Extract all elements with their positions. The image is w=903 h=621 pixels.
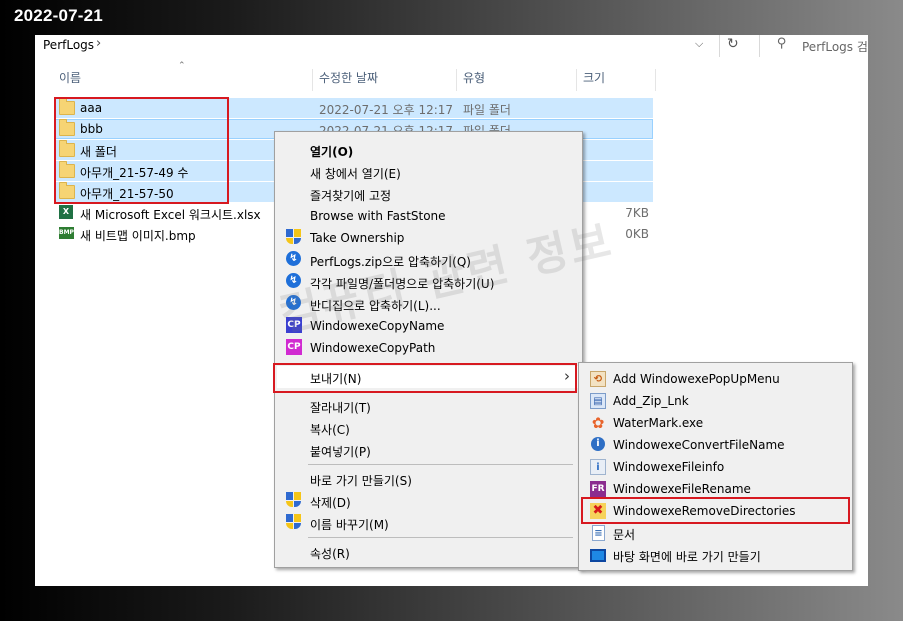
column-header-type[interactable]: 유형	[463, 69, 485, 91]
context-menu: 열기(O) 새 창에서 열기(E) 즐겨찾기에 고정 Browse with F…	[274, 131, 583, 568]
uac-shield-icon	[286, 492, 303, 509]
file-size: 0KB	[625, 227, 649, 241]
send-to-item[interactable]: i WindowexeFileinfo	[581, 456, 850, 478]
column-header-size[interactable]: 크기	[583, 69, 605, 91]
file-type: 파일 폴더	[463, 103, 511, 117]
desktop-icon	[590, 549, 606, 562]
bandizip-icon: ↯	[286, 295, 303, 312]
address-bar[interactable]: PerfLogs › ⌵ ↻ ⚲ PerfLogs 검색	[35, 35, 868, 57]
send-to-highlight	[273, 363, 577, 393]
search-icon: ⚲	[777, 36, 787, 51]
column-divider[interactable]	[655, 69, 656, 91]
menu-item-paste[interactable]: 붙여넣기(P)	[277, 439, 580, 461]
date-stamp: 2022-07-21	[14, 6, 103, 25]
file-size: 7KB	[625, 206, 649, 220]
search-divider	[759, 35, 760, 57]
bitmap-file-icon: BMP	[59, 227, 74, 239]
column-divider[interactable]	[576, 69, 577, 91]
cp-blue-icon: CP	[286, 317, 303, 334]
send-to-submenu: ⟲ Add WindowexePopUpMenu ▤ Add_Zip_Lnk ✿…	[578, 362, 853, 571]
menu-item-copy-path[interactable]: CP WindowexeCopyPath	[277, 337, 580, 359]
bandizip-icon: ↯	[286, 251, 303, 268]
menu-item-rename[interactable]: 이름 바꾸기(M)	[277, 512, 580, 534]
sort-ascending-icon: ⌃	[178, 61, 186, 71]
menu-separator	[308, 537, 573, 538]
file-date: 2022-07-21 오후 12:17	[319, 103, 454, 117]
watermark-flower-icon: ✿	[591, 414, 605, 432]
send-to-item[interactable]: ⟲ Add WindowexePopUpMenu	[581, 368, 850, 390]
send-to-item[interactable]: ▤ Add_Zip_Lnk	[581, 390, 850, 412]
column-header-modified[interactable]: 수정한 날짜	[319, 69, 378, 91]
breadcrumb-chevron-icon[interactable]: ›	[96, 36, 101, 51]
file-name: 새 Microsoft Excel 워크시트.xlsx	[80, 208, 261, 222]
excel-file-icon: X	[59, 205, 73, 219]
folder-selection-highlight	[54, 97, 229, 204]
refresh-icon[interactable]: ↻	[727, 36, 739, 52]
menu-item-properties[interactable]: 속성(R)	[277, 541, 580, 563]
fileinfo-icon: i	[590, 459, 606, 475]
file-name: 새 비트맵 이미지.bmp	[80, 229, 196, 243]
menu-item-open[interactable]: 열기(O)	[277, 139, 580, 161]
search-input[interactable]: PerfLogs 검색	[802, 38, 868, 55]
cp-magenta-icon: CP	[286, 339, 303, 356]
uac-shield-icon	[286, 229, 303, 246]
menu-item-delete[interactable]: 삭제(D)	[277, 490, 580, 512]
send-to-item[interactable]: ✿ WaterMark.exe	[581, 412, 850, 434]
menu-item-copy-name[interactable]: CP WindowexeCopyName	[277, 315, 580, 337]
column-divider[interactable]	[456, 69, 457, 91]
address-dropdown-icon[interactable]: ⌵	[695, 37, 703, 51]
fr-icon: FR	[590, 481, 606, 497]
bandizip-icon: ↯	[286, 273, 303, 290]
send-to-item[interactable]: i WindowexeConvertFileName	[581, 434, 850, 456]
column-divider[interactable]	[312, 69, 313, 91]
breadcrumb-perflogs[interactable]: PerfLogs	[43, 38, 94, 52]
popup-menu-icon: ⟲	[590, 371, 606, 387]
menu-item-copy[interactable]: 복사(C)	[277, 417, 580, 439]
menu-item-bandizip[interactable]: ↯ 반디집으로 압축하기(L)...	[277, 293, 580, 315]
menu-item-create-shortcut[interactable]: 바로 가기 만들기(S)	[277, 468, 580, 490]
zip-link-icon: ▤	[590, 393, 606, 409]
menu-item-take-ownership[interactable]: Take Ownership	[277, 227, 580, 249]
menu-separator	[308, 464, 573, 465]
documents-icon: ≡	[592, 525, 605, 541]
uac-shield-icon	[286, 514, 303, 531]
menu-item-browse-faststone[interactable]: Browse with FastStone	[277, 205, 580, 227]
send-to-item[interactable]: ≡ 문서	[581, 522, 850, 544]
menu-item-zip-compress[interactable]: ↯ PerfLogs.zip으로 압축하기(Q)	[277, 249, 580, 271]
menu-item-open-new-window[interactable]: 새 창에서 열기(E)	[277, 161, 580, 183]
menu-item-pin-quick-access[interactable]: 즐겨찾기에 고정	[277, 183, 580, 205]
remove-directories-highlight	[581, 497, 850, 524]
address-divider	[719, 35, 720, 57]
menu-item-cut[interactable]: 잘라내기(T)	[277, 395, 580, 417]
column-header-name[interactable]: 이름	[59, 69, 81, 91]
menu-item-compress-each[interactable]: ↯ 각각 파일명/폴더명으로 압축하기(U)	[277, 271, 580, 293]
send-to-item[interactable]: 바탕 화면에 바로 가기 만들기	[581, 544, 850, 566]
convert-globe-icon: i	[591, 437, 605, 451]
